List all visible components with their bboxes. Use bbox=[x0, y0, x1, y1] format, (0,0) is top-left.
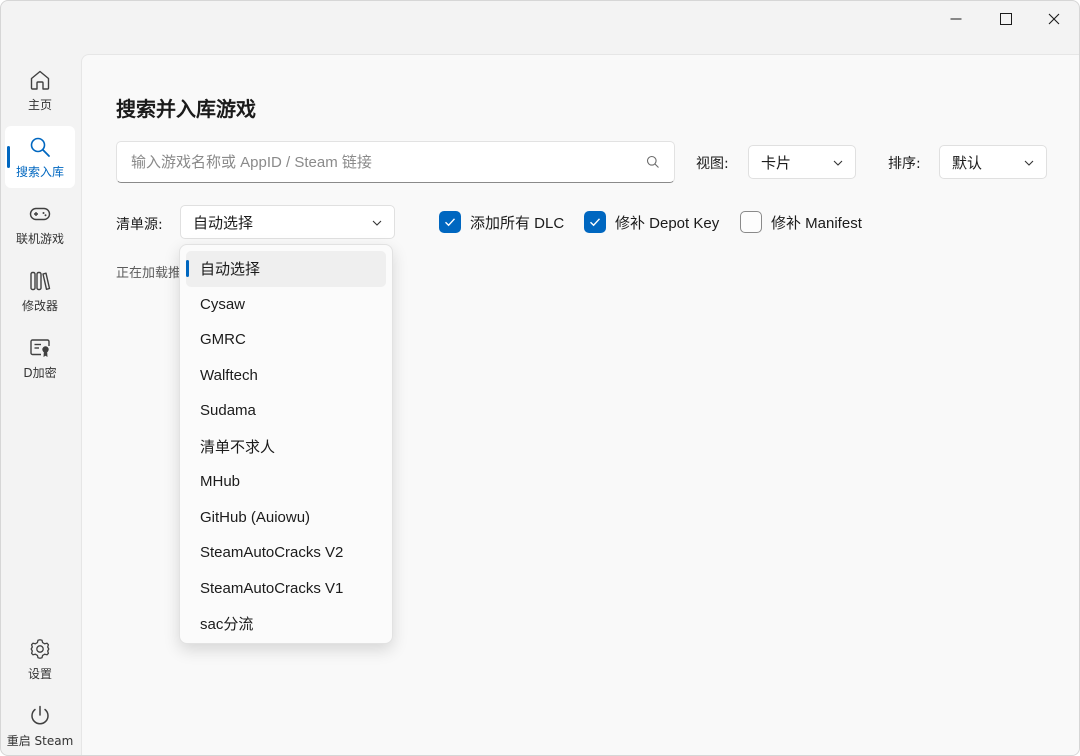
dropdown-option[interactable]: SteamAutoCracks V1 bbox=[186, 571, 386, 607]
close-icon bbox=[1048, 13, 1060, 25]
sidebar-item-label: 主页 bbox=[27, 97, 52, 112]
checkbox-unchecked bbox=[740, 211, 762, 233]
checkbox-checked bbox=[584, 211, 606, 233]
home-icon bbox=[28, 68, 52, 92]
sidebar-item-label: 修改器 bbox=[21, 298, 58, 313]
checkbox-label: 修补 Manifest bbox=[771, 214, 862, 232]
library-icon bbox=[28, 269, 52, 293]
sort-dropdown[interactable]: 默认 bbox=[939, 145, 1047, 179]
view-dropdown[interactable]: 卡片 bbox=[748, 145, 856, 179]
dropdown-option[interactable]: Walftech bbox=[186, 358, 386, 394]
minimize-icon bbox=[950, 18, 962, 20]
sidebar-item-label: 重启 Steam bbox=[6, 733, 74, 748]
search-icon bbox=[28, 135, 52, 159]
sidebar-item-label: D加密 bbox=[23, 365, 57, 380]
sort-dropdown-value: 默认 bbox=[952, 153, 983, 172]
checkmark-icon bbox=[445, 218, 456, 227]
dropdown-option[interactable]: GitHub (Auiowu) bbox=[186, 500, 386, 536]
sidebar-item-trainer[interactable]: 修改器 bbox=[5, 260, 75, 322]
gamepad-icon bbox=[28, 202, 52, 226]
view-label: 视图: bbox=[696, 156, 729, 172]
checkmark-icon bbox=[590, 218, 601, 227]
search-input[interactable] bbox=[118, 143, 638, 181]
dropdown-option[interactable]: sac分流 bbox=[186, 606, 386, 642]
dropdown-option[interactable]: Cysaw bbox=[186, 287, 386, 323]
source-label: 清单源: bbox=[116, 217, 163, 233]
close-button[interactable] bbox=[1031, 1, 1077, 37]
sidebar-item-denuvo[interactable]: D加密 bbox=[5, 327, 75, 389]
sidebar: 主页 搜索入库 联机游戏 修改器 D加密 设置 重启 Steam bbox=[1, 59, 79, 755]
view-dropdown-value: 卡片 bbox=[761, 153, 792, 172]
source-dropdown[interactable]: 自动选择 bbox=[180, 205, 395, 239]
maximize-icon bbox=[1000, 13, 1012, 25]
patch-manifest-checkbox[interactable]: 修补 Manifest bbox=[740, 211, 862, 233]
power-icon bbox=[28, 704, 52, 728]
chevron-down-icon bbox=[833, 160, 843, 166]
certificate-icon bbox=[28, 336, 52, 360]
source-dropdown-value: 自动选择 bbox=[193, 213, 254, 232]
app-window: 主页 搜索入库 联机游戏 修改器 D加密 设置 重启 Steam 搜索并入库游戏… bbox=[0, 0, 1080, 756]
sidebar-item-label: 联机游戏 bbox=[15, 231, 64, 246]
gear-icon bbox=[28, 637, 52, 661]
sidebar-item-home[interactable]: 主页 bbox=[5, 59, 75, 121]
checkbox-label: 添加所有 DLC bbox=[470, 214, 565, 232]
checkbox-checked bbox=[439, 211, 461, 233]
sidebar-item-label: 设置 bbox=[27, 666, 52, 681]
sidebar-item-settings[interactable]: 设置 bbox=[5, 628, 75, 690]
search-icon[interactable] bbox=[646, 155, 660, 169]
maximize-button[interactable] bbox=[983, 1, 1029, 37]
patch-depot-key-checkbox[interactable]: 修补 Depot Key bbox=[584, 211, 719, 233]
sidebar-item-restart-steam[interactable]: 重启 Steam bbox=[5, 695, 75, 755]
page-title: 搜索并入库游戏 bbox=[116, 97, 256, 121]
dropdown-option[interactable]: Sudama bbox=[186, 393, 386, 429]
dropdown-option[interactable]: GMRC bbox=[186, 322, 386, 358]
dropdown-option[interactable]: MHub bbox=[186, 464, 386, 500]
sidebar-item-label: 搜索入库 bbox=[15, 164, 64, 179]
checkbox-label: 修补 Depot Key bbox=[615, 214, 720, 232]
source-dropdown-menu: 自动选择 Cysaw GMRC Walftech Sudama 清单不求人 MH… bbox=[179, 244, 393, 644]
dropdown-option[interactable]: 清单不求人 bbox=[186, 429, 386, 465]
chevron-down-icon bbox=[372, 220, 382, 226]
chevron-down-icon bbox=[1024, 160, 1034, 166]
search-box bbox=[116, 141, 675, 183]
add-all-dlc-checkbox[interactable]: 添加所有 DLC bbox=[439, 211, 564, 233]
dropdown-option[interactable]: SteamAutoCracks V2 bbox=[186, 535, 386, 571]
sidebar-item-search[interactable]: 搜索入库 bbox=[5, 126, 75, 188]
sort-label: 排序: bbox=[888, 156, 921, 172]
dropdown-option[interactable]: 自动选择 bbox=[186, 251, 386, 287]
loading-status: 正在加载推 bbox=[116, 266, 182, 281]
active-indicator bbox=[7, 146, 10, 168]
sidebar-item-multiplayer[interactable]: 联机游戏 bbox=[5, 193, 75, 255]
minimize-button[interactable] bbox=[933, 1, 979, 37]
